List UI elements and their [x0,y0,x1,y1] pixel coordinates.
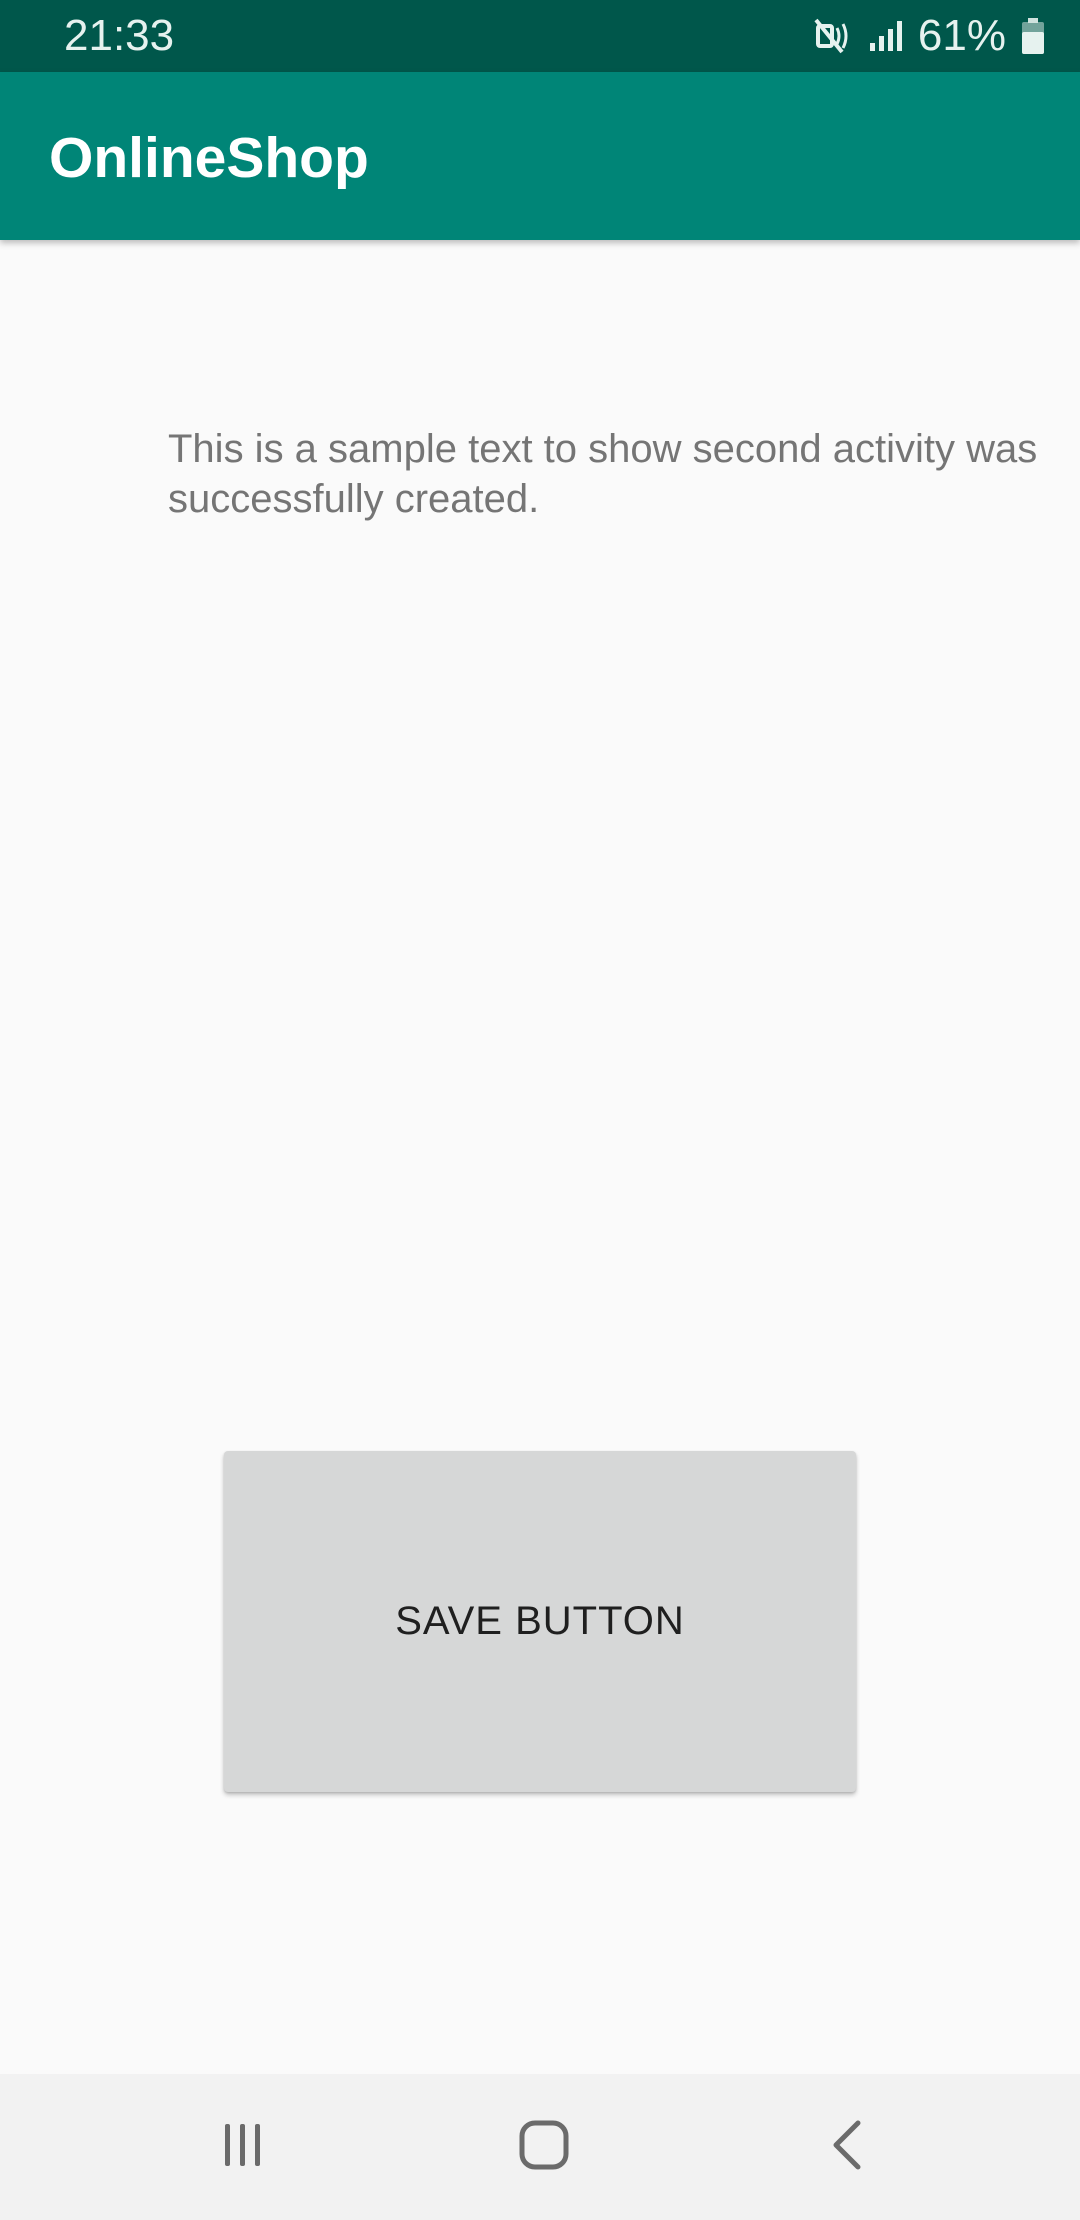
status-icons: 61% [812,10,1046,62]
back-button[interactable] [748,2074,948,2220]
signal-icon [868,19,904,53]
recents-icon [219,2121,267,2174]
app-bar: OnlineShop [0,72,1080,240]
status-bar: 21:33 61% [0,0,1080,72]
battery-icon [1020,17,1046,55]
status-time: 21:33 [64,11,175,60]
battery-percent: 61% [917,11,1006,60]
mute-vibrate-icon [812,16,854,56]
sample-text: This is a sample text to show second act… [168,427,1038,521]
home-icon [518,2119,570,2176]
screen: 21:33 61% OnlineShop This is a sample te… [0,0,1080,2220]
navigation-bar [0,2074,1080,2220]
recents-button[interactable] [143,2074,343,2220]
home-button[interactable] [444,2074,644,2220]
app-title: OnlineShop [49,126,369,190]
save-button[interactable]: SAVE BUTTON [224,1451,856,1792]
back-icon [828,2119,868,2176]
